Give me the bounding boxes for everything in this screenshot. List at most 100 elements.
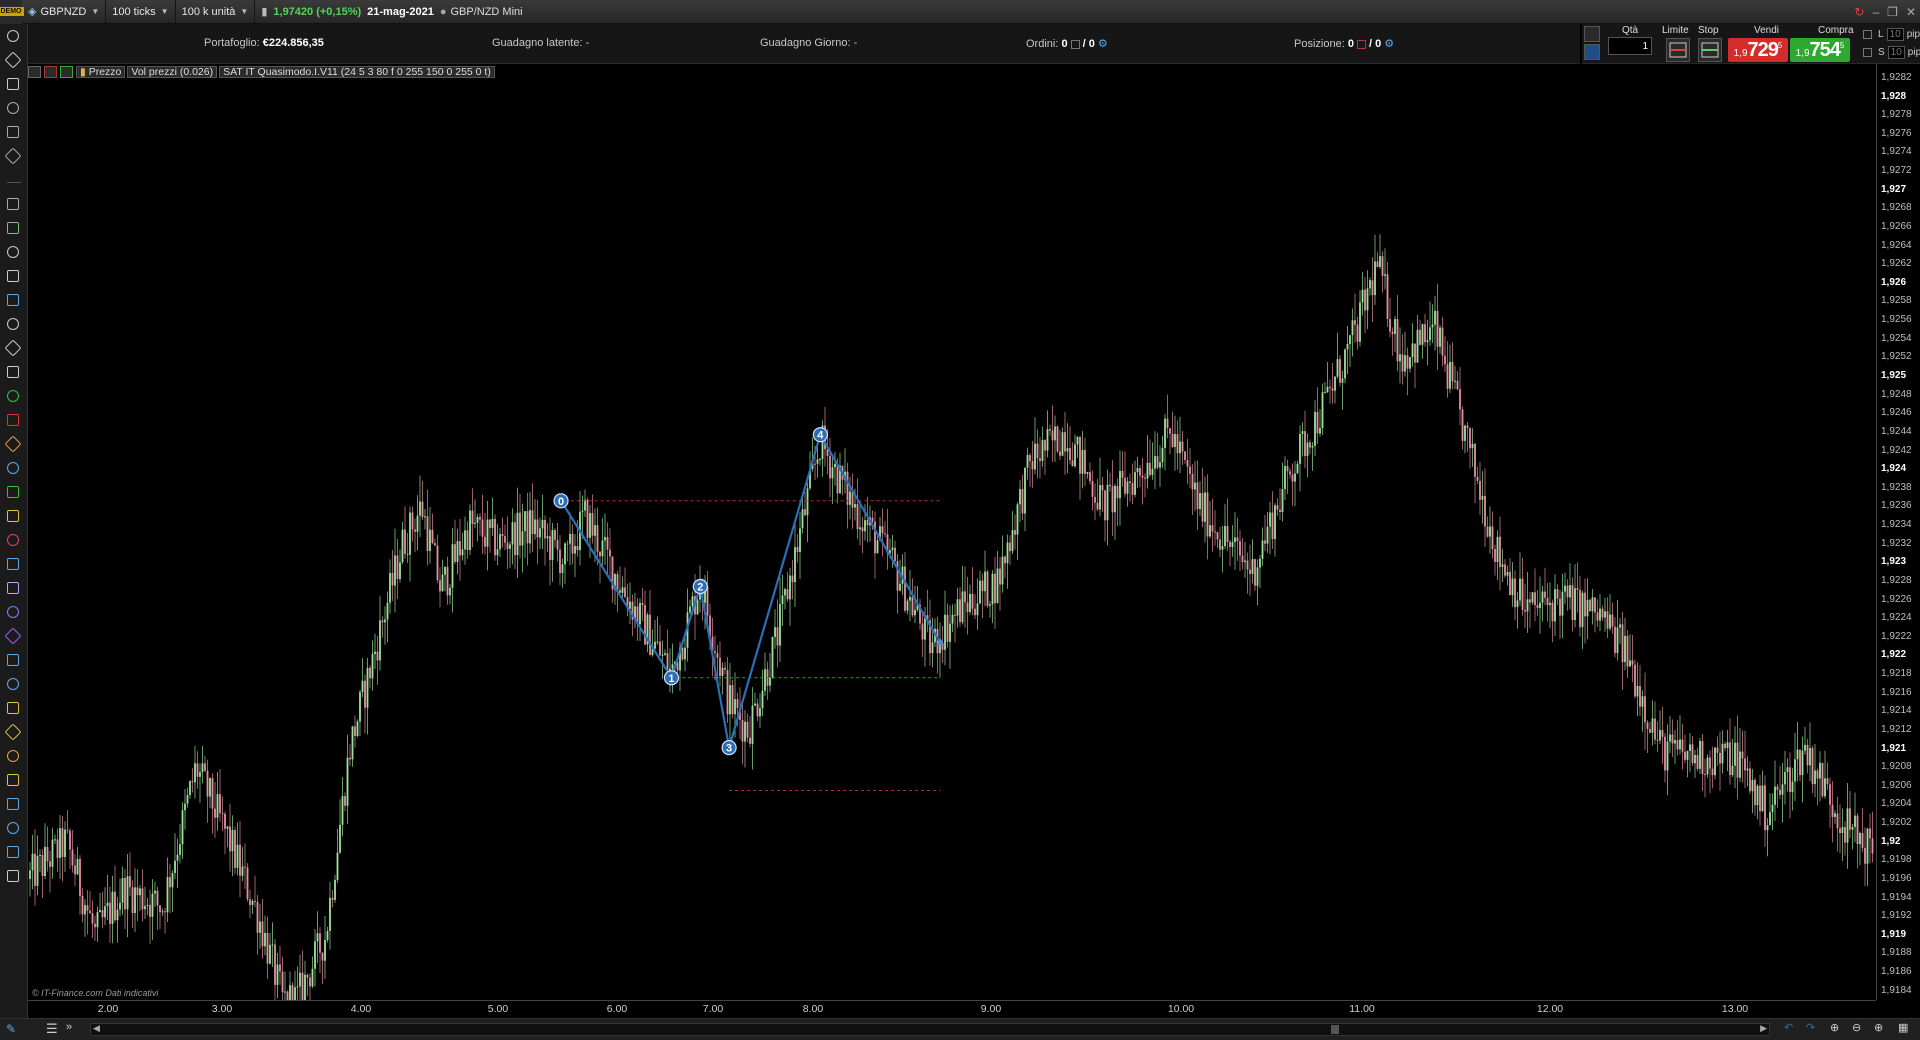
copy-icon[interactable] [7,318,19,330]
pitchfork-icon[interactable] [4,531,22,549]
candle-body [279,964,281,972]
channel-icon[interactable] [7,510,19,522]
cycle-icon[interactable] [7,798,19,810]
minimize-icon[interactable]: – [1872,5,1879,19]
sell-button[interactable]: 1,9 729 5 [1728,38,1788,62]
position-close-icon[interactable] [1356,39,1366,49]
time-axis[interactable]: 2.00 3.00 4.00 5.00 6.00 7.00 8.00 9.00 10.00 11.… [28,1000,1876,1018]
menu-icon[interactable]: ☰ [46,1021,58,1037]
vertical-line-icon[interactable] [7,198,19,210]
zoom-out-icon[interactable]: ⊖ [1852,1021,1861,1034]
keyboard-icon[interactable] [1584,44,1600,60]
alert-icon[interactable] [7,78,19,90]
zoom-icon[interactable] [4,51,22,69]
tools-icon[interactable] [7,270,19,282]
legend-indicator[interactable]: SAT IT Quasimodo.I.V11 (24 5 3 80 f 0 25… [219,66,495,78]
horizontal-scrollbar[interactable]: ◀ ▶ [90,1023,1770,1036]
legend-volume-label: Vol prezzi (0.026) [131,66,214,78]
triangle-icon[interactable] [7,486,19,498]
xabcd-icon[interactable] [7,846,19,858]
candle-body [159,905,161,913]
fib-icon[interactable] [7,582,19,594]
ticks-selector[interactable]: 100 ticks ▼ [106,0,176,24]
candle-body [44,846,46,877]
wrench-icon[interactable] [1584,26,1600,42]
candle-body [1729,742,1731,775]
symbol-selector[interactable]: ◈ GBPNZD ▼ [22,0,107,24]
scroll-left-icon[interactable]: ◀ [93,1023,100,1034]
scroll-right-icon[interactable]: ▶ [1760,1023,1767,1034]
close-icon[interactable]: ✕ [1906,5,1916,19]
square-icon[interactable] [4,627,22,645]
candle-body [1546,597,1549,606]
long-checkbox[interactable] [1863,30,1872,39]
spiral-icon[interactable] [7,654,19,666]
pattern-icon[interactable] [7,558,19,570]
position-info[interactable]: Posizione: 0 / 0 ⚙ [1294,37,1394,50]
units-selector[interactable]: 100 k unità ▼ [176,0,256,24]
candle-body [1644,696,1646,723]
pencil-icon[interactable] [7,222,19,234]
draw-mode-icon[interactable]: ✎ [6,1022,16,1036]
long-pips-input[interactable]: 10 [1886,28,1904,41]
gear-icon[interactable]: ⚙ [1098,38,1108,50]
wave-icon[interactable] [7,774,19,786]
price-chart[interactable]: 0 1 2 3 4 [28,64,1876,1000]
gann-icon[interactable] [7,606,19,618]
candle-body [1551,602,1554,622]
legend-volume[interactable]: Vol prezzi (0.026) [127,66,218,78]
picker-icon[interactable] [7,366,19,378]
stop-order-button[interactable] [1698,38,1722,62]
candle-body [544,519,546,539]
lines-icon[interactable] [7,750,19,762]
segment-icon[interactable] [7,126,19,138]
zoom-fit-icon[interactable]: ⊕ [1830,1021,1839,1034]
short-checkbox[interactable] [1863,48,1872,57]
candle-body [1701,741,1704,775]
candle-body [1529,599,1531,603]
zoom-in-icon[interactable]: ⊕ [1874,1021,1883,1034]
undo-icon[interactable]: ↶ [1784,1021,1793,1034]
levels-icon[interactable] [4,723,22,741]
orders-info[interactable]: Ordini: 0 / 0 ⚙ [1026,37,1108,50]
double-chevron-right-icon[interactable]: » [66,1021,72,1033]
text-icon[interactable] [4,339,22,357]
cursor-icon[interactable] [7,30,19,42]
restore-icon[interactable]: ❐ [1887,5,1898,19]
grid-icon[interactable]: ▦ [1898,1021,1908,1034]
more-icon[interactable] [7,870,19,882]
redo-icon[interactable]: ↷ [1806,1021,1815,1034]
settings-icon[interactable] [28,66,41,78]
arrow-up-icon[interactable] [7,390,19,402]
circles-icon[interactable] [7,678,19,690]
quantity-input[interactable] [1608,37,1652,55]
buy-button[interactable]: 1,9 754 5 [1790,38,1850,62]
orders-close-icon[interactable] [1070,39,1080,49]
gear-icon[interactable]: ⚙ [1384,38,1394,50]
fan-icon[interactable] [7,702,19,714]
candle-body [364,680,366,708]
candle-body [91,913,94,924]
candle-body [1376,261,1379,267]
rectangle-icon[interactable] [7,462,19,474]
candle-body [834,464,836,468]
short-pips-input[interactable]: 10 [1887,46,1905,59]
sync-icon[interactable]: ↻ [1854,5,1864,19]
pattern-zigzag-line[interactable] [560,431,942,748]
info-icon[interactable]: ▮ [261,5,267,18]
limit-order-button[interactable] [1666,38,1690,62]
arrow-down-icon[interactable] [7,414,19,426]
scrollbar-thumb[interactable] [1331,1025,1339,1034]
move-icon[interactable] [7,294,19,306]
ellipse-icon[interactable] [4,435,22,453]
harmonic-icon[interactable] [4,819,22,837]
legend-price[interactable]: ▮ Prezzo [76,66,126,78]
price-axis[interactable]: 1,9282 1,928 1,9278 1,9276 1,9274 1,9272 1,927… [1876,64,1920,1000]
ruler-icon[interactable] [7,102,19,114]
close-panel-icon[interactable] [44,66,57,78]
candle-body [1186,459,1189,467]
line-icon[interactable] [4,147,22,165]
trash-icon[interactable] [4,243,22,261]
add-indicator-icon[interactable] [60,66,73,78]
quasimodo-pattern[interactable]: 0 1 2 3 4 [553,427,945,791]
